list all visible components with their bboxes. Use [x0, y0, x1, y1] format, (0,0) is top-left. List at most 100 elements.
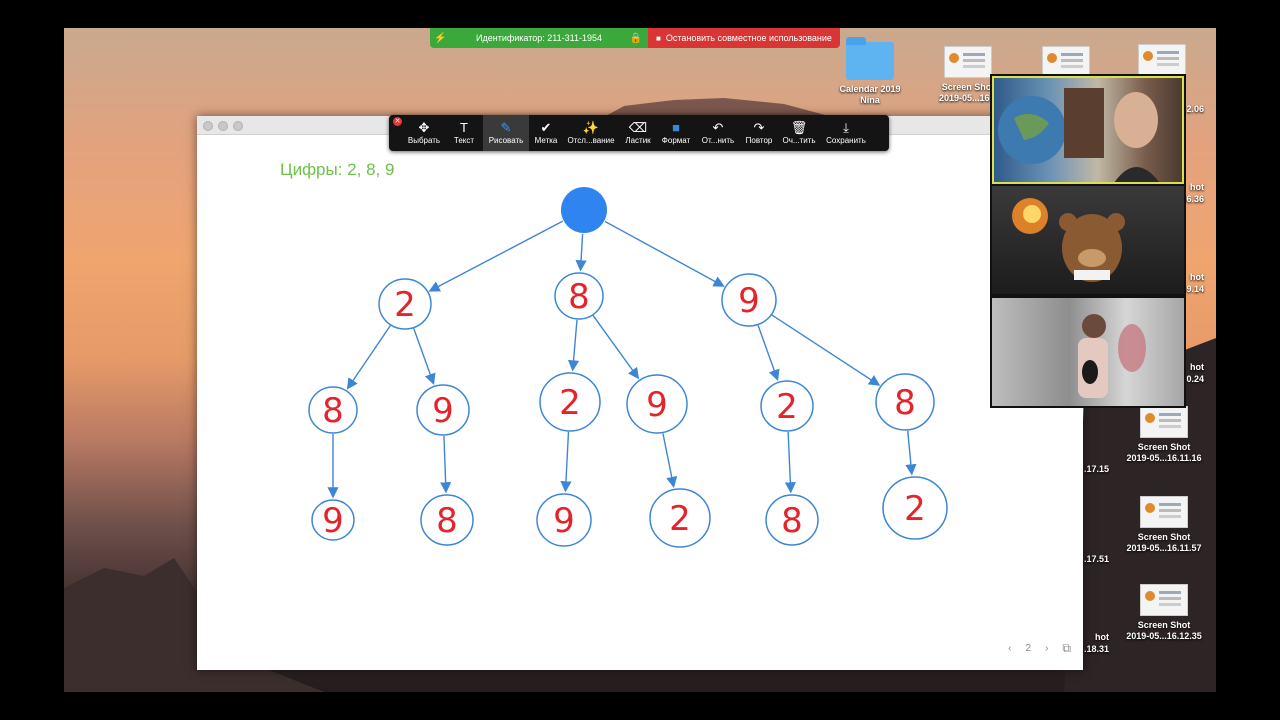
lock-icon: 🔒: [629, 32, 642, 44]
page-navigator: ‹ 2 › ⧉: [1008, 641, 1071, 656]
desktop-icon-label: Screen Shot: [1137, 442, 1191, 452]
meeting-id[interactable]: ⚡ Идентификатор: 211-311-1954 🔒: [430, 28, 648, 48]
desktop: ⚡ Идентификатор: 211-311-1954 🔒 ■ Остано…: [64, 28, 1216, 692]
stop-icon: ■: [656, 33, 661, 43]
annotation-toolbar: ✕ ✥ Выбрать T Текст ✎ Рисовать ✔ Метка ✨ Отсл...в…: [389, 115, 889, 151]
screenshot-thumbnail-icon: [1140, 584, 1188, 616]
tool-icon: ↶: [712, 120, 724, 135]
tool-icon: ↷: [753, 120, 765, 135]
tree-arrow-l3-3: [662, 433, 678, 489]
tree-node-l2-3-digit: 9: [646, 385, 668, 425]
desktop-screenshot-right-3[interactable]: Screen Shot 2019-05...16.12.35: [1116, 584, 1212, 642]
tool-2[interactable]: ✎ Рисовать: [483, 115, 529, 151]
tree-node-l3-1-digit: 8: [436, 501, 458, 541]
tree-arrow-l2-0: [346, 325, 391, 390]
video-tile-participant-3[interactable]: [992, 298, 1184, 406]
tool-icon: ✎: [500, 120, 512, 135]
tool-5[interactable]: ⌫ Ластик: [619, 115, 657, 151]
tree-arrow-l3-2: [560, 431, 572, 493]
tree-arrow-l2-1: [413, 328, 436, 385]
tool-label: Повтор: [745, 136, 773, 145]
tree-node-l3-3-digit: 2: [669, 499, 691, 539]
tree-arrow-l3-5: [905, 430, 917, 476]
tree-node-l3-4-digit: 8: [781, 501, 803, 541]
stop-share-label: Остановить совместное использование: [665, 33, 832, 43]
tool-icon: T: [460, 120, 468, 135]
screenshot-thumbnail-icon: [944, 46, 992, 78]
tree-node-l3-0-digit: 9: [322, 501, 344, 541]
whiteboard-window[interactable]: Цифры: 2, 8, 9 289892928989282 ‹ 2 › ⧉: [197, 116, 1083, 670]
tool-label: Формат: [661, 136, 691, 145]
desktop-icon-label: Calendar 2019: [839, 84, 901, 94]
tool-label: Выбрать: [407, 136, 441, 145]
video-panel: [990, 74, 1186, 408]
tool-0[interactable]: ✥ Выбрать: [403, 115, 445, 151]
tool-icon: ⌫: [628, 120, 648, 135]
tree-node-l1-1-digit: 8: [568, 277, 590, 317]
tool-label: Рисовать: [488, 136, 524, 145]
minimize-window-button[interactable]: [218, 121, 228, 131]
tree-node-l2-2-digit: 2: [559, 383, 581, 423]
tree-node-l1-2-digit: 9: [738, 281, 760, 321]
tree-arrow-l1-0: [428, 220, 564, 292]
tool-label: Сохранить: [826, 136, 866, 145]
tool-3[interactable]: ✔ Метка: [529, 115, 563, 151]
tool-label: Текст: [453, 136, 475, 145]
next-page-icon[interactable]: ›: [1045, 643, 1048, 654]
tool-1[interactable]: T Текст: [445, 115, 483, 151]
tree-arrow-l3-4: [784, 431, 796, 494]
tree-arrow-l2-4: [757, 325, 780, 381]
doll-video-icon: [1078, 314, 1146, 398]
tree-node-l3-5-digit: 2: [904, 489, 926, 529]
tool-6[interactable]: ■ Формат: [657, 115, 695, 151]
video-tile-presenter[interactable]: [992, 76, 1184, 184]
tree-node-l2-4-digit: 2: [776, 387, 798, 427]
tool-7[interactable]: ↶ От...нить: [695, 115, 741, 151]
meeting-id-label: Идентификатор: 211-311-1954: [476, 33, 602, 43]
new-page-icon[interactable]: ⧉: [1062, 641, 1071, 656]
tree-arrow-l3-1: [440, 435, 452, 494]
desktop-icon-sublabel: Nina: [860, 95, 880, 105]
tool-icon: ✨: [582, 120, 600, 135]
desktop-screenshot-right-2[interactable]: Screen Shot 2019-05...16.11.57: [1116, 496, 1212, 554]
desktop-icon-sublabel: 2019-05...16.11.57: [1126, 543, 1202, 553]
tool-4[interactable]: ✨ Отсл...вание: [563, 115, 619, 151]
desktop-icon-sublabel: 2019-05...16.12.35: [1126, 631, 1202, 641]
zoom-window-button[interactable]: [233, 121, 243, 131]
tool-10[interactable]: ⤓ Сохранить: [821, 115, 871, 151]
lightning-icon: ⚡: [434, 32, 447, 44]
close-window-button[interactable]: [203, 121, 213, 131]
presenter-video-icon: [998, 88, 1159, 182]
tree-arrow-l2-5: [771, 314, 881, 386]
tree-arrow-l1-1: [575, 233, 587, 272]
video-tile-participant-2[interactable]: [992, 186, 1184, 294]
tool-label: Отсл...вание: [567, 136, 615, 145]
close-toolbar-icon[interactable]: ✕: [393, 117, 402, 126]
digit-tree-drawing[interactable]: 2 8 9 8 9 2 9 2 8 9 8 9 2 8 2: [197, 134, 1083, 654]
desktop-icon-label: Screen Shot: [1137, 620, 1191, 630]
stop-share-button[interactable]: ■ Остановить совместное использование: [648, 28, 840, 48]
desktop-folder-calendar[interactable]: Calendar 2019 Nina: [822, 37, 918, 106]
prev-page-icon[interactable]: ‹: [1008, 643, 1011, 654]
tree-node-l2-0-digit: 8: [322, 391, 344, 431]
tool-label: От...нить: [701, 136, 735, 145]
screenshot-thumbnail-icon: [1140, 406, 1188, 438]
tool-8[interactable]: ↷ Повтор: [741, 115, 777, 151]
tool-icon: ✔: [540, 120, 552, 135]
meeting-share-bar: ⚡ Идентификатор: 211-311-1954 🔒 ■ Остано…: [430, 28, 840, 48]
desktop-icon-sublabel: 2019-05...16.11.16: [1126, 453, 1202, 463]
desktop-icon-label: Screen Shot: [1137, 532, 1191, 542]
tool-9[interactable]: 🗑 Оч...тить: [777, 115, 821, 151]
tool-label: Метка: [534, 136, 558, 145]
folder-icon: [846, 37, 894, 80]
root-node: [561, 187, 607, 233]
tool-icon: ⤓: [843, 120, 849, 135]
tree-node-l2-1-digit: 9: [432, 391, 454, 431]
tree-arrow-l2-3: [592, 315, 640, 380]
tool-label: Ластик: [625, 136, 651, 145]
teddy-bear-video-icon: [1012, 198, 1125, 282]
desktop-screenshot-right-1[interactable]: Screen Shot 2019-05...16.11.16: [1116, 406, 1212, 464]
tree-arrow-l1-2: [604, 220, 725, 287]
tree-node-l1-0-digit: 2: [394, 285, 416, 325]
tool-label: Оч...тить: [782, 136, 816, 145]
